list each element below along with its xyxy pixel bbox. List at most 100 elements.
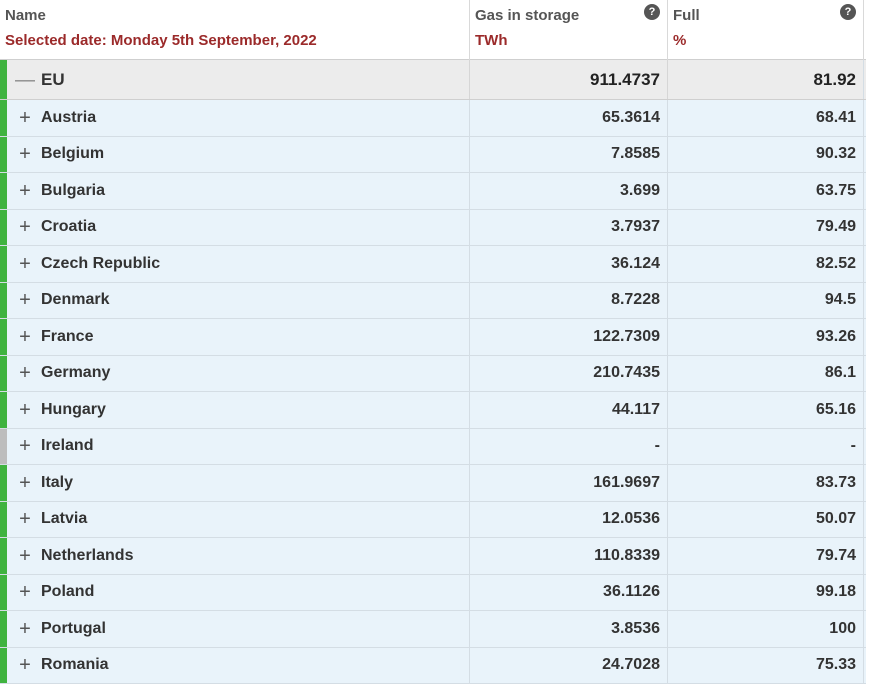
table-row-portugal[interactable]: + Portugal 3.8536 100 bbox=[0, 611, 866, 648]
gas-storage-table: Name Selected date: Monday 5th September… bbox=[0, 0, 866, 684]
expand-icon[interactable]: + bbox=[15, 436, 35, 456]
full-header-title: Full bbox=[673, 7, 700, 24]
row-name: Czech Republic bbox=[41, 254, 161, 272]
status-bar bbox=[0, 319, 7, 355]
table-row-france[interactable]: + France 122.7309 93.26 bbox=[0, 319, 866, 356]
country-rows: + Austria 65.3614 68.41 + Belgium 7.8585… bbox=[0, 100, 866, 684]
row-name: EU bbox=[41, 69, 65, 89]
status-bar bbox=[0, 60, 7, 99]
gas-header-title: Gas in storage bbox=[475, 7, 580, 24]
expand-icon[interactable]: + bbox=[15, 254, 35, 274]
expand-icon[interactable]: + bbox=[15, 509, 35, 529]
gas-in-storage-value: 122.7309 bbox=[469, 319, 667, 355]
full-percent-value: 79.74 bbox=[667, 538, 864, 574]
row-name-cell: + France bbox=[7, 319, 469, 355]
gas-in-storage-value: 7.8585 bbox=[469, 136, 667, 172]
full-percent-value: - bbox=[667, 428, 864, 464]
gas-in-storage-value: 3.7937 bbox=[469, 209, 667, 245]
full-percent-value: 93.26 bbox=[667, 319, 864, 355]
row-name-cell: — EU bbox=[7, 60, 469, 99]
full-unit-label: % bbox=[673, 32, 687, 49]
table-row-latvia[interactable]: + Latvia 12.0536 50.07 bbox=[0, 501, 866, 538]
table-row-belgium[interactable]: + Belgium 7.8585 90.32 bbox=[0, 136, 866, 173]
row-name-cell: + Hungary bbox=[7, 392, 469, 428]
table-row-ireland[interactable]: + Ireland - - bbox=[0, 428, 866, 465]
status-bar bbox=[0, 282, 7, 318]
row-name: Portugal bbox=[41, 619, 106, 637]
full-percent-value: 94.5 bbox=[667, 282, 864, 318]
table-row-germany[interactable]: + Germany 210.7435 86.1 bbox=[0, 355, 866, 392]
gas-in-storage-value: 210.7435 bbox=[469, 355, 667, 391]
expand-icon[interactable]: + bbox=[15, 619, 35, 639]
column-header-gas-in-storage[interactable]: Gas in storage TWh ? bbox=[469, 0, 667, 60]
row-name-cell: + Croatia bbox=[7, 210, 469, 246]
gas-in-storage-value: 44.117 bbox=[469, 392, 667, 428]
gas-in-storage-value: 65.3614 bbox=[469, 100, 667, 136]
status-bar bbox=[0, 136, 7, 172]
gas-in-storage-value: 12.0536 bbox=[469, 501, 667, 537]
full-percent-value: 81.92 bbox=[667, 60, 864, 99]
row-name-cell: + Bulgaria bbox=[7, 173, 469, 209]
expand-icon[interactable]: + bbox=[15, 327, 35, 347]
table-row-denmark[interactable]: + Denmark 8.7228 94.5 bbox=[0, 282, 866, 319]
expand-icon[interactable]: + bbox=[15, 473, 35, 493]
table-row-eu-total[interactable]: — EU 911.4737 81.92 bbox=[0, 60, 866, 100]
row-name: Netherlands bbox=[41, 546, 134, 564]
full-percent-value: 79.49 bbox=[667, 209, 864, 245]
gas-in-storage-value: 3.699 bbox=[469, 173, 667, 209]
full-percent-value: 82.52 bbox=[667, 246, 864, 282]
expand-icon[interactable]: + bbox=[15, 582, 35, 602]
row-name: Germany bbox=[41, 364, 111, 382]
full-percent-value: 86.1 bbox=[667, 355, 864, 391]
table-row-poland[interactable]: + Poland 36.1126 99.18 bbox=[0, 574, 866, 611]
table-row-hungary[interactable]: + Hungary 44.117 65.16 bbox=[0, 392, 866, 429]
row-name: Ireland bbox=[41, 437, 94, 455]
table-row-italy[interactable]: + Italy 161.9697 83.73 bbox=[0, 465, 866, 502]
expand-icon[interactable]: + bbox=[15, 400, 35, 420]
row-name: Hungary bbox=[41, 400, 106, 418]
status-bar bbox=[0, 355, 7, 391]
expand-icon[interactable]: + bbox=[15, 217, 35, 237]
row-name-cell: + Romania bbox=[7, 648, 469, 684]
table-row-croatia[interactable]: + Croatia 3.7937 79.49 bbox=[0, 209, 866, 246]
gas-unit-label: TWh bbox=[475, 32, 508, 49]
status-bar bbox=[0, 428, 7, 464]
row-name-cell: + Poland bbox=[7, 575, 469, 611]
question-circle-icon[interactable]: ? bbox=[644, 4, 660, 20]
gas-in-storage-value: 8.7228 bbox=[469, 282, 667, 318]
status-bar bbox=[0, 611, 7, 647]
table-row-netherlands[interactable]: + Netherlands 110.8339 79.74 bbox=[0, 538, 866, 575]
question-circle-icon[interactable]: ? bbox=[840, 4, 856, 20]
gas-in-storage-value: 24.7028 bbox=[469, 647, 667, 683]
expand-icon[interactable]: + bbox=[15, 363, 35, 383]
row-name-cell: + Denmark bbox=[7, 283, 469, 319]
full-percent-value: 63.75 bbox=[667, 173, 864, 209]
row-name-cell: + Germany bbox=[7, 356, 469, 392]
full-percent-value: 90.32 bbox=[667, 136, 864, 172]
gas-in-storage-value: - bbox=[469, 428, 667, 464]
status-bar bbox=[0, 100, 7, 136]
row-name: Austria bbox=[41, 108, 97, 126]
collapse-icon[interactable]: — bbox=[15, 70, 35, 90]
full-percent-value: 100 bbox=[667, 611, 864, 647]
row-name-cell: + Ireland bbox=[7, 429, 469, 465]
row-name: Romania bbox=[41, 656, 109, 674]
column-header-full[interactable]: Full % ? bbox=[667, 0, 864, 60]
expand-icon[interactable]: + bbox=[15, 181, 35, 201]
gas-in-storage-value: 911.4737 bbox=[469, 60, 667, 99]
expand-icon[interactable]: + bbox=[15, 546, 35, 566]
status-bar bbox=[0, 246, 7, 282]
table-row-czech-republic[interactable]: + Czech Republic 36.124 82.52 bbox=[0, 246, 866, 283]
column-header-name[interactable]: Name Selected date: Monday 5th September… bbox=[0, 0, 469, 60]
status-bar bbox=[0, 538, 7, 574]
row-name: Denmark bbox=[41, 291, 110, 309]
status-bar bbox=[0, 501, 7, 537]
expand-icon[interactable]: + bbox=[15, 144, 35, 164]
expand-icon[interactable]: + bbox=[15, 655, 35, 675]
table-row-romania[interactable]: + Romania 24.7028 75.33 bbox=[0, 647, 866, 684]
expand-icon[interactable]: + bbox=[15, 290, 35, 310]
table-row-bulgaria[interactable]: + Bulgaria 3.699 63.75 bbox=[0, 173, 866, 210]
expand-icon[interactable]: + bbox=[15, 108, 35, 128]
table-row-austria[interactable]: + Austria 65.3614 68.41 bbox=[0, 100, 866, 137]
row-name: Croatia bbox=[41, 218, 97, 236]
